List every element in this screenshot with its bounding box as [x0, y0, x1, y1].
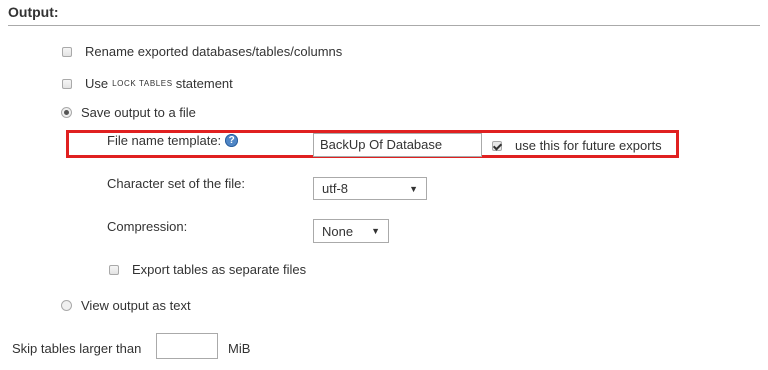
view-as-text-option[interactable]: View output as text [61, 298, 191, 313]
separate-files-option[interactable]: Export tables as separate files [109, 262, 306, 277]
save-to-file-label: Save output to a file [81, 105, 196, 120]
charset-value: utf-8 [322, 181, 349, 196]
help-icon[interactable]: ? [225, 134, 239, 147]
future-exports-checkbox[interactable] [492, 141, 502, 151]
section-divider [8, 25, 760, 26]
chevron-down-icon: ▼ [409, 183, 418, 194]
save-to-file-radio[interactable] [61, 107, 72, 118]
skip-tables-input[interactable] [156, 333, 218, 359]
charset-label: Character set of the file: [107, 176, 246, 191]
future-exports-option[interactable]: use this for future exports [492, 138, 662, 153]
separate-files-checkbox[interactable] [109, 264, 119, 275]
file-name-template-label: File name template: [107, 133, 222, 148]
rename-label: Rename exported databases/tables/columns [85, 44, 343, 59]
statement-label: statement [175, 76, 233, 91]
future-exports-label: use this for future exports [515, 138, 662, 153]
file-name-template-input[interactable]: BackUp Of Database [313, 133, 482, 157]
output-section-title: Output: [8, 4, 59, 20]
separate-files-label: Export tables as separate files [132, 262, 307, 277]
compression-select[interactable]: None ▼ [313, 219, 389, 243]
file-name-template-label-group: File name template: ? [107, 133, 239, 148]
skip-tables-unit: MiB [228, 341, 251, 356]
skip-tables-label: Skip tables larger than [12, 341, 142, 356]
lock-tables-option[interactable]: Use LOCK TABLES statement [62, 76, 233, 91]
charset-select[interactable]: utf-8 ▼ [313, 177, 427, 200]
chevron-down-icon: ▼ [371, 226, 380, 236]
rename-option[interactable]: Rename exported databases/tables/columns [62, 44, 342, 59]
compression-value: None [322, 223, 354, 239]
rename-checkbox[interactable] [62, 46, 72, 57]
view-as-text-label: View output as text [81, 298, 191, 313]
compression-label: Compression: [107, 219, 188, 234]
lock-tables-keyword: LOCK TABLES [112, 79, 173, 88]
view-as-text-radio[interactable] [61, 300, 72, 311]
use-label: Use [85, 76, 109, 91]
lock-tables-checkbox[interactable] [62, 78, 72, 89]
save-to-file-option[interactable]: Save output to a file [61, 105, 196, 120]
